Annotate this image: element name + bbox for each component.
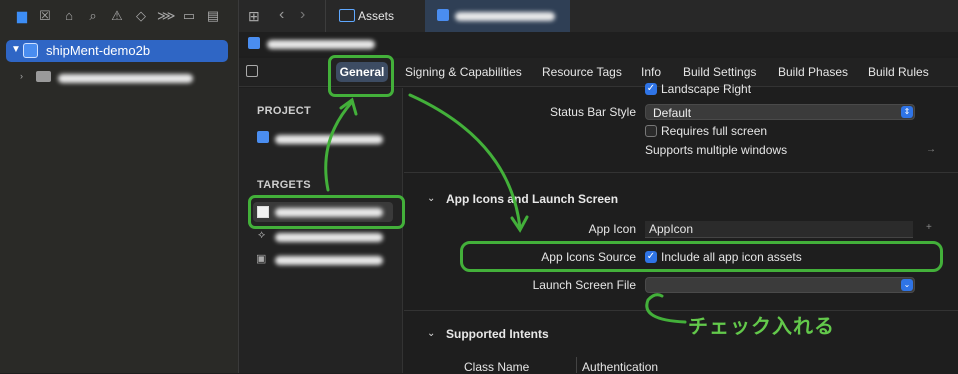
arrow-down-to-section	[408, 93, 522, 230]
annotation-note: チェック入れる	[688, 316, 835, 338]
arrow-up-to-general	[324, 100, 354, 192]
annotation-squiggle	[645, 293, 687, 324]
